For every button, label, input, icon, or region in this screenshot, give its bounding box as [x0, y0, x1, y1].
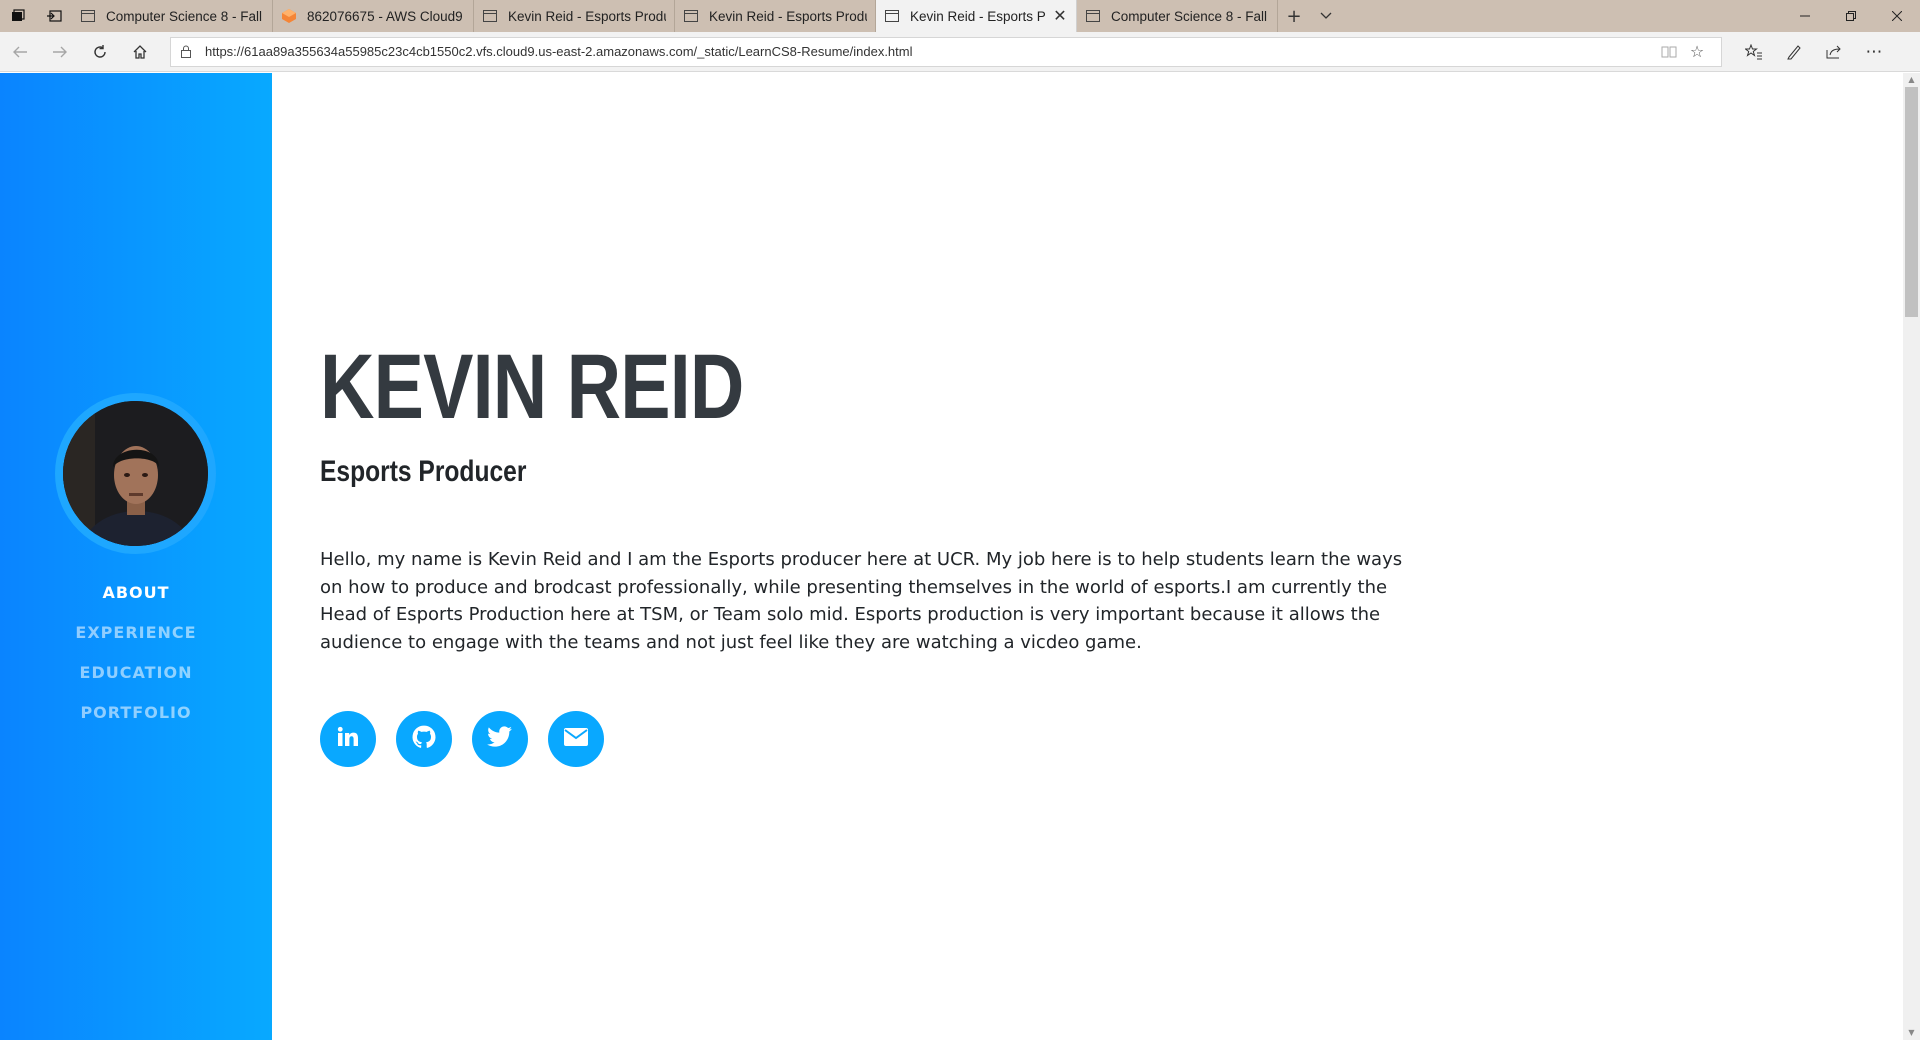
favorites-list-icon[interactable]	[1734, 32, 1774, 72]
browser-tab[interactable]: Kevin Reid - Esports Produc	[675, 0, 876, 32]
address-bar[interactable]: https://61aa89a355634a55985c23c4cb1550c2…	[170, 36, 1722, 67]
sidebar-item-portfolio[interactable]: PORTFOLIO	[0, 693, 272, 733]
page-viewport: ABOUT EXPERIENCE EDUCATION PORTFOLIO KEV…	[0, 73, 1920, 1040]
page-icon	[884, 8, 900, 24]
refresh-icon[interactable]	[80, 32, 120, 72]
browser-tab[interactable]: Kevin Reid - Esports Produc	[474, 0, 675, 32]
tab-preview-chevron-down-icon[interactable]	[1310, 0, 1342, 32]
sidebar: ABOUT EXPERIENCE EDUCATION PORTFOLIO	[0, 73, 272, 1040]
tab-title: Computer Science 8 - Fall 2(	[1111, 8, 1269, 24]
tab-title: Kevin Reid - Esports Produc	[508, 8, 666, 24]
page-scrollbar[interactable]: ▲ ▼	[1903, 73, 1920, 1040]
url-text[interactable]: https://61aa89a355634a55985c23c4cb1550c2…	[205, 44, 1655, 59]
minimize-icon[interactable]	[1782, 0, 1828, 32]
github-icon	[411, 724, 437, 754]
twitter-button[interactable]	[472, 711, 528, 767]
tab-title: Kevin Reid - Esports Produc	[709, 8, 867, 24]
linkedin-button[interactable]	[320, 711, 376, 767]
scroll-up-arrow-icon[interactable]: ▲	[1903, 73, 1920, 87]
back-arrow-icon[interactable]	[0, 32, 40, 72]
page-icon	[80, 8, 96, 24]
browser-tabstrip: Computer Science 8 - Fall 2( 862076675 -…	[0, 0, 1920, 32]
envelope-icon	[563, 727, 589, 751]
page-icon	[683, 8, 699, 24]
browser-tab[interactable]: 862076675 - AWS Cloud9	[273, 0, 474, 32]
tab-title: Kevin Reid - Esports Pro	[910, 8, 1046, 24]
browser-tools: ⋯	[1734, 32, 1894, 72]
lock-icon	[181, 45, 195, 58]
tab-title: 862076675 - AWS Cloud9	[307, 8, 463, 24]
share-icon[interactable]	[1814, 32, 1854, 72]
sidebar-item-education[interactable]: EDUCATION	[0, 653, 272, 693]
profile-avatar	[55, 393, 216, 554]
sidebar-nav: ABOUT EXPERIENCE EDUCATION PORTFOLIO	[0, 573, 272, 733]
page-icon	[1085, 8, 1101, 24]
favorite-star-icon[interactable]: ☆	[1683, 42, 1711, 61]
tab-title: Computer Science 8 - Fall 2(	[106, 8, 264, 24]
social-links	[320, 711, 624, 767]
tab-manager-icon[interactable]	[0, 0, 36, 32]
restore-icon[interactable]	[1828, 0, 1874, 32]
linkedin-icon	[336, 725, 360, 753]
browser-navbar: https://61aa89a355634a55985c23c4cb1550c2…	[0, 32, 1920, 72]
github-button[interactable]	[396, 711, 452, 767]
window-controls	[1782, 0, 1920, 32]
browser-tab[interactable]: Computer Science 8 - Fall 2(	[72, 0, 273, 32]
browser-tab[interactable]: Computer Science 8 - Fall 2(	[1077, 0, 1278, 32]
page-subtitle: Esports Producer	[320, 455, 527, 488]
scroll-down-arrow-icon[interactable]: ▼	[1903, 1026, 1920, 1040]
profile-photo	[63, 401, 208, 546]
sidebar-item-about[interactable]: ABOUT	[0, 573, 272, 613]
more-menu-icon[interactable]: ⋯	[1854, 32, 1894, 72]
reading-view-icon[interactable]	[1655, 45, 1683, 59]
close-tab-icon[interactable]: ✕	[1052, 6, 1068, 26]
forward-arrow-icon[interactable]	[40, 32, 80, 72]
page-icon	[482, 8, 498, 24]
twitter-icon	[487, 726, 513, 752]
page-title: KEVIN REID	[320, 336, 744, 438]
web-note-pen-icon[interactable]	[1774, 32, 1814, 72]
close-window-icon[interactable]	[1874, 0, 1920, 32]
scroll-thumb[interactable]	[1905, 87, 1918, 317]
new-tab-icon[interactable]: +	[1278, 0, 1310, 32]
cloud9-icon	[281, 8, 297, 24]
email-button[interactable]	[548, 711, 604, 767]
set-aside-tabs-icon[interactable]	[36, 0, 72, 32]
browser-tab-active[interactable]: Kevin Reid - Esports Pro ✕	[876, 0, 1077, 32]
home-icon[interactable]	[120, 32, 160, 72]
bio-text: Hello, my name is Kevin Reid and I am th…	[320, 549, 1403, 653]
sidebar-item-experience[interactable]: EXPERIENCE	[0, 613, 272, 653]
